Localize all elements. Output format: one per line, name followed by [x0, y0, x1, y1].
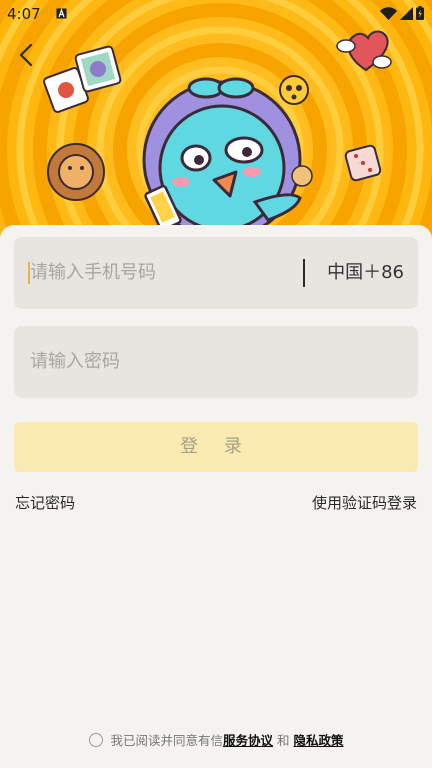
phone-placeholder: 请输入手机号码: [30, 262, 156, 283]
sms-login-link[interactable]: 使用验证码登录: [312, 492, 417, 513]
battery-charging-icon: [416, 6, 424, 20]
password-input[interactable]: 请输入密码: [14, 326, 418, 398]
login-screen: 4:07 请输入手机号码 中国＋86 请输入密码 登 录 忘记密码 使用验证码登…: [0, 0, 432, 768]
password-placeholder: 请输入密码: [30, 351, 120, 372]
phone-input[interactable]: 请输入手机号码 中国＋86: [14, 237, 418, 309]
emoji-face-sticker: [279, 75, 309, 105]
mascot-character: [142, 77, 302, 240]
agreement-text: 我已阅读并同意有信: [110, 733, 224, 748]
login-card: 请输入手机号码 中国＋86 请输入密码 登 录 忘记密码 使用验证码登录: [0, 225, 432, 768]
field-divider: [303, 259, 305, 287]
back-button[interactable]: [12, 40, 42, 70]
country-code-selector[interactable]: 中国＋86: [327, 237, 404, 309]
chevron-left-icon: [19, 43, 33, 67]
small-face-sticker: [291, 165, 313, 187]
banner-illustration: [0, 0, 432, 250]
lion-sticker: [47, 143, 105, 201]
privacy-policy-link[interactable]: 隐私政策: [293, 730, 343, 749]
cell-signal-icon: [400, 6, 413, 20]
monster-tile-sticker: [74, 45, 122, 93]
status-bar: 4:07: [0, 0, 432, 28]
login-button[interactable]: 登 录: [14, 422, 418, 472]
a-letter-icon: [56, 8, 67, 19]
status-time: 4:07: [7, 5, 41, 23]
status-icons: [380, 6, 424, 20]
forgot-password-link[interactable]: 忘记密码: [15, 492, 75, 513]
service-agreement-link[interactable]: 服务协议: [223, 730, 273, 749]
dice-sticker: [344, 144, 382, 182]
agree-checkbox[interactable]: [88, 732, 103, 747]
wifi-icon: [380, 6, 397, 20]
agreement-row: 我已阅读并同意有信 服务协议 和 隐私政策: [0, 730, 432, 749]
banner-artwork: [0, 0, 432, 250]
agreement-and-text: 和: [273, 733, 294, 748]
